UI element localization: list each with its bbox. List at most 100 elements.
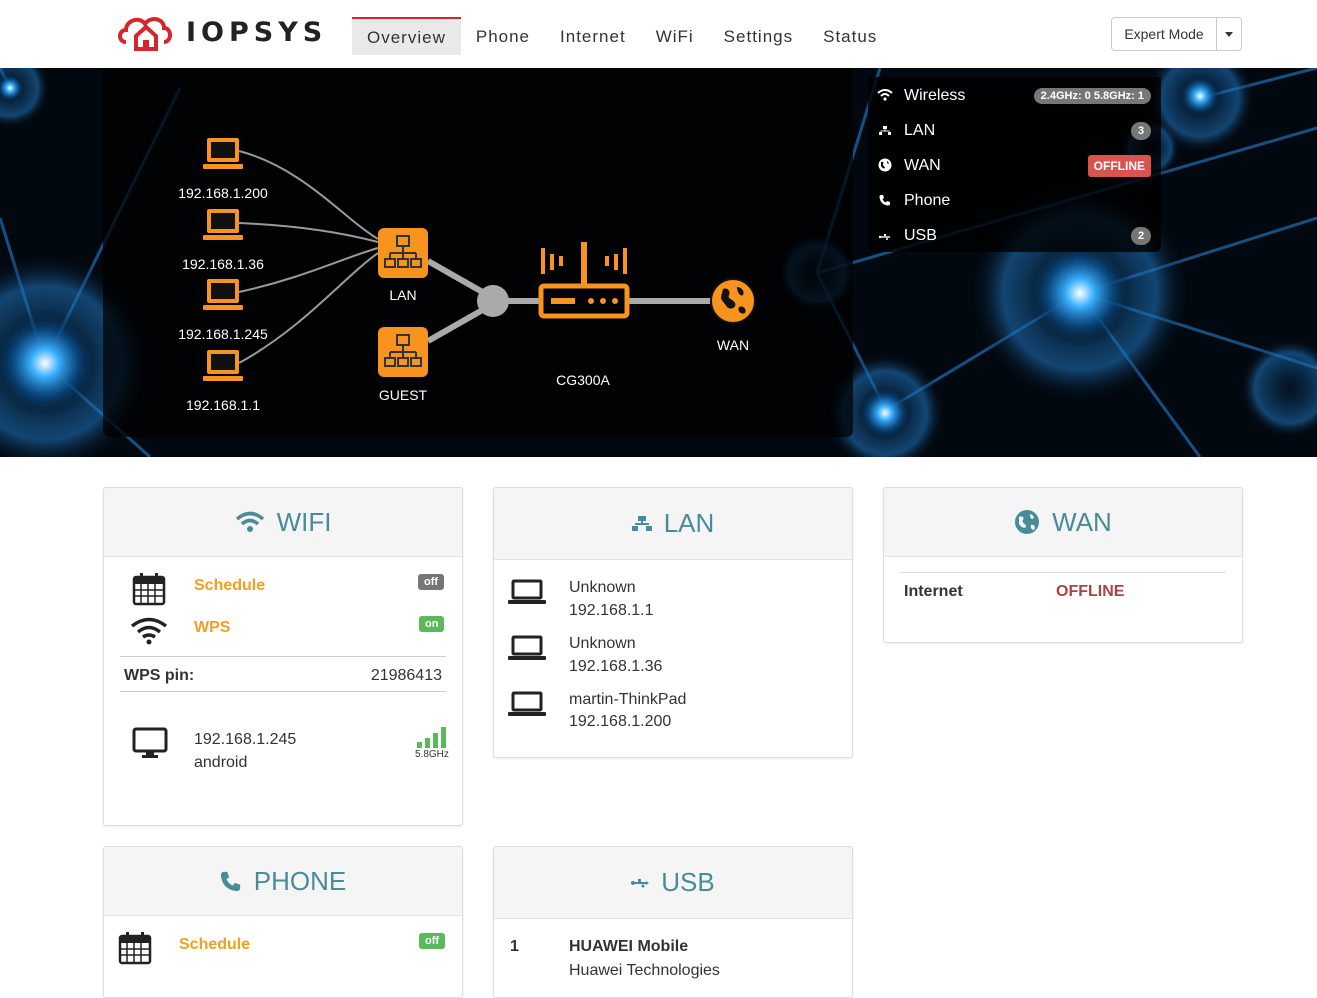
top-header: IOPSYS Overview Phone Internet WiFi Sett… — [0, 0, 1317, 69]
tab-status[interactable]: Status — [808, 17, 892, 55]
summary-usb[interactable]: USB 2 — [876, 221, 1151, 251]
summary-label: Phone — [904, 192, 951, 209]
lan-panel-header: LAN — [494, 488, 852, 560]
panel-title: WAN — [1052, 506, 1112, 537]
usb-icon — [631, 878, 650, 888]
wifi-schedule-toggle[interactable]: off — [418, 574, 445, 590]
globe-icon — [1014, 509, 1040, 535]
expert-mode-button[interactable]: Expert Mode — [1112, 18, 1217, 50]
panel-title: USB — [661, 867, 715, 897]
guest-switch-icon[interactable] — [378, 327, 428, 377]
logo-text: IOPSYS — [186, 16, 328, 48]
wifi-icon — [130, 617, 168, 645]
tab-phone[interactable]: Phone — [461, 17, 545, 55]
lan-device-name: Unknown — [569, 635, 636, 652]
network-hero: 192.168.1.200 192.168.1.36 192.168.1.245… — [0, 68, 1317, 457]
summary-wan[interactable]: WAN OFFLINE — [876, 151, 1151, 181]
phone-panel: PHONE Schedule off — [103, 846, 463, 998]
iopsys-logo[interactable]: IOPSYS — [116, 12, 327, 52]
panel-title: PHONE — [253, 865, 347, 896]
summary-wireless[interactable]: Wireless 2.4GHz: 0 5.8GHz: 1 — [876, 81, 1151, 111]
summary-label: Wireless — [904, 87, 966, 104]
wireless-count-badge: 2.4GHz: 0 5.8GHz: 1 — [1033, 88, 1151, 104]
phone-schedule-toggle[interactable]: off — [419, 933, 446, 949]
chevron-down-icon[interactable] — [1217, 18, 1241, 50]
tab-internet[interactable]: Internet — [545, 17, 641, 55]
tab-settings[interactable]: Settings — [709, 17, 808, 55]
client-ip-label: 192.168.1.1 — [186, 397, 260, 413]
client-ip-label: 192.168.1.200 — [178, 185, 268, 201]
client-ip-label: 192.168.1.245 — [178, 326, 268, 342]
laptop-icon[interactable] — [203, 348, 243, 384]
divider — [120, 656, 446, 657]
wifi-icon — [876, 88, 894, 104]
wifi-icon — [235, 511, 265, 533]
usb-count-badge: 2 — [1131, 227, 1151, 245]
laptop-icon — [508, 579, 546, 604]
usb-panel-header: USB — [494, 847, 852, 919]
wps-pin-label: WPS pin: — [124, 667, 195, 684]
expert-mode-dropdown[interactable]: Expert Mode — [1111, 17, 1242, 51]
summary-label: LAN — [904, 122, 936, 139]
lan-icon — [876, 124, 894, 139]
signal-strength-icon — [417, 727, 446, 748]
wan-panel: WAN Internet OFFLINE — [883, 487, 1243, 643]
tab-overview[interactable]: Overview — [352, 17, 461, 55]
wifi-panel: WIFI Schedule off WPS on WPS pin: 219864… — [103, 487, 463, 826]
laptop-icon — [508, 691, 546, 716]
usb-device-vendor: Huawei Technologies — [569, 962, 720, 979]
lan-switch-icon[interactable] — [378, 228, 428, 278]
summary-label: USB — [904, 227, 937, 244]
lan-device-name: martin-ThinkPad — [569, 691, 687, 708]
lan-icon — [631, 515, 652, 532]
lan-device-ip: 192.168.1.200 — [569, 713, 672, 730]
wifi-client-band: 5.8GHz — [415, 749, 449, 760]
tab-wifi[interactable]: WiFi — [641, 17, 709, 55]
calendar-icon — [132, 573, 166, 606]
lan-device-ip: 192.168.1.36 — [569, 658, 663, 675]
router-label: CG300A — [556, 372, 610, 388]
laptop-icon — [508, 635, 546, 660]
lan-panel: LAN Unknown 192.168.1.1 Unknown 192.168.… — [493, 487, 853, 758]
monitor-icon — [132, 727, 168, 758]
divider — [900, 572, 1226, 573]
wps-label[interactable]: WPS — [194, 619, 230, 637]
usb-panel: USB 1 HUAWEI Mobile Huawei Technologies — [493, 846, 853, 998]
phone-icon — [876, 194, 894, 209]
summary-lan[interactable]: LAN 3 — [876, 116, 1151, 146]
lan-device-name: Unknown — [569, 579, 636, 596]
divider — [120, 691, 446, 692]
lan-count-badge: 3 — [1131, 122, 1151, 140]
wps-toggle[interactable]: on — [419, 616, 445, 632]
phone-icon — [220, 870, 242, 892]
internet-status: OFFLINE — [1056, 583, 1125, 600]
lan-device-ip: 192.168.1.1 — [569, 602, 654, 619]
topology-panel: 192.168.1.200 192.168.1.36 192.168.1.245… — [103, 68, 853, 437]
wan-panel-header: WAN — [884, 488, 1242, 557]
main-nav: Overview Phone Internet WiFi Settings St… — [352, 17, 892, 55]
wifi-panel-header: WIFI — [104, 488, 462, 557]
laptop-icon[interactable] — [203, 136, 243, 172]
status-summary: Wireless 2.4GHz: 0 5.8GHz: 1 LAN 3 WAN O… — [868, 77, 1161, 252]
wifi-client-ip: 192.168.1.245 — [194, 731, 297, 748]
wan-offline-badge: OFFLINE — [1087, 155, 1151, 177]
summary-phone[interactable]: Phone — [876, 186, 1151, 216]
summary-label: WAN — [904, 157, 941, 174]
internet-label: Internet — [904, 583, 963, 600]
wps-pin-value: 21986413 — [370, 667, 442, 684]
calendar-icon — [118, 932, 152, 965]
laptop-icon[interactable] — [203, 277, 243, 313]
usb-device-name: HUAWEI Mobile — [569, 938, 689, 955]
globe-icon[interactable] — [709, 277, 757, 325]
wan-node-label: WAN — [716, 337, 750, 353]
panel-title: WIFI — [276, 506, 332, 537]
phone-panel-header: PHONE — [104, 847, 462, 916]
laptop-icon[interactable] — [203, 207, 243, 243]
globe-icon — [876, 158, 894, 175]
usb-index: 1 — [510, 938, 519, 955]
client-ip-label: 192.168.1.36 — [182, 256, 264, 272]
router-icon[interactable] — [537, 240, 631, 322]
wifi-schedule-label[interactable]: Schedule — [194, 577, 265, 595]
phone-schedule-label[interactable]: Schedule — [179, 936, 250, 954]
guest-node-label: GUEST — [378, 387, 428, 403]
